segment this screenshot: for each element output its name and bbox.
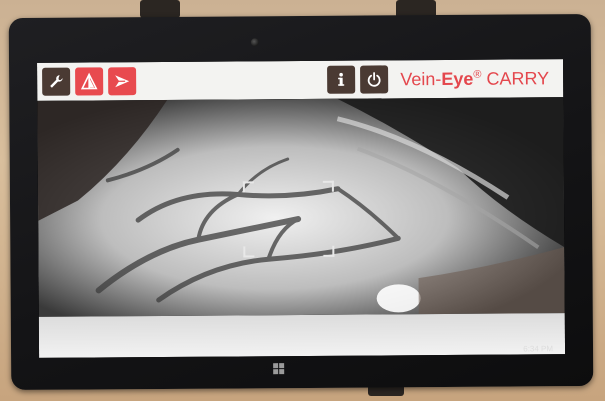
info-icon (338, 72, 345, 86)
brand-prefix: Vein- (400, 68, 442, 89)
split-triangle-icon (80, 72, 98, 90)
clock: 6:34 PM (523, 344, 554, 354)
focus-corner-tr (322, 180, 334, 192)
focus-corner-tl (242, 181, 254, 193)
vein-image (37, 97, 565, 317)
fan-arrow-icon (115, 75, 130, 88)
power-button[interactable] (360, 65, 389, 94)
focus-corner-br (323, 245, 335, 257)
app-screen: Vein-Eye® CARRY (37, 59, 566, 358)
mode-button-b[interactable] (108, 67, 137, 96)
camera-feed (37, 97, 565, 317)
windows-logo-icon[interactable] (273, 363, 285, 375)
power-icon (367, 72, 381, 87)
settings-button[interactable] (42, 67, 71, 96)
stand-clip-left (140, 0, 180, 18)
brand-bold: Eye (441, 68, 474, 89)
bottom-strip (38, 313, 566, 358)
tablet-device: Vein-Eye® CARRY 6:34 PM (8, 13, 594, 391)
win-pane (273, 369, 279, 375)
brand-suffix: CARRY (481, 67, 550, 89)
wrench-icon (50, 75, 63, 88)
info-button[interactable] (327, 65, 356, 94)
brand-logo: Vein-Eye® CARRY (400, 68, 549, 90)
win-pane (273, 363, 279, 369)
win-pane (279, 369, 285, 375)
mode-button-a[interactable] (75, 67, 104, 96)
toolbar: Vein-Eye® CARRY (37, 59, 564, 101)
win-pane (279, 363, 285, 369)
focus-corner-bl (243, 246, 255, 258)
front-camera (250, 38, 259, 47)
